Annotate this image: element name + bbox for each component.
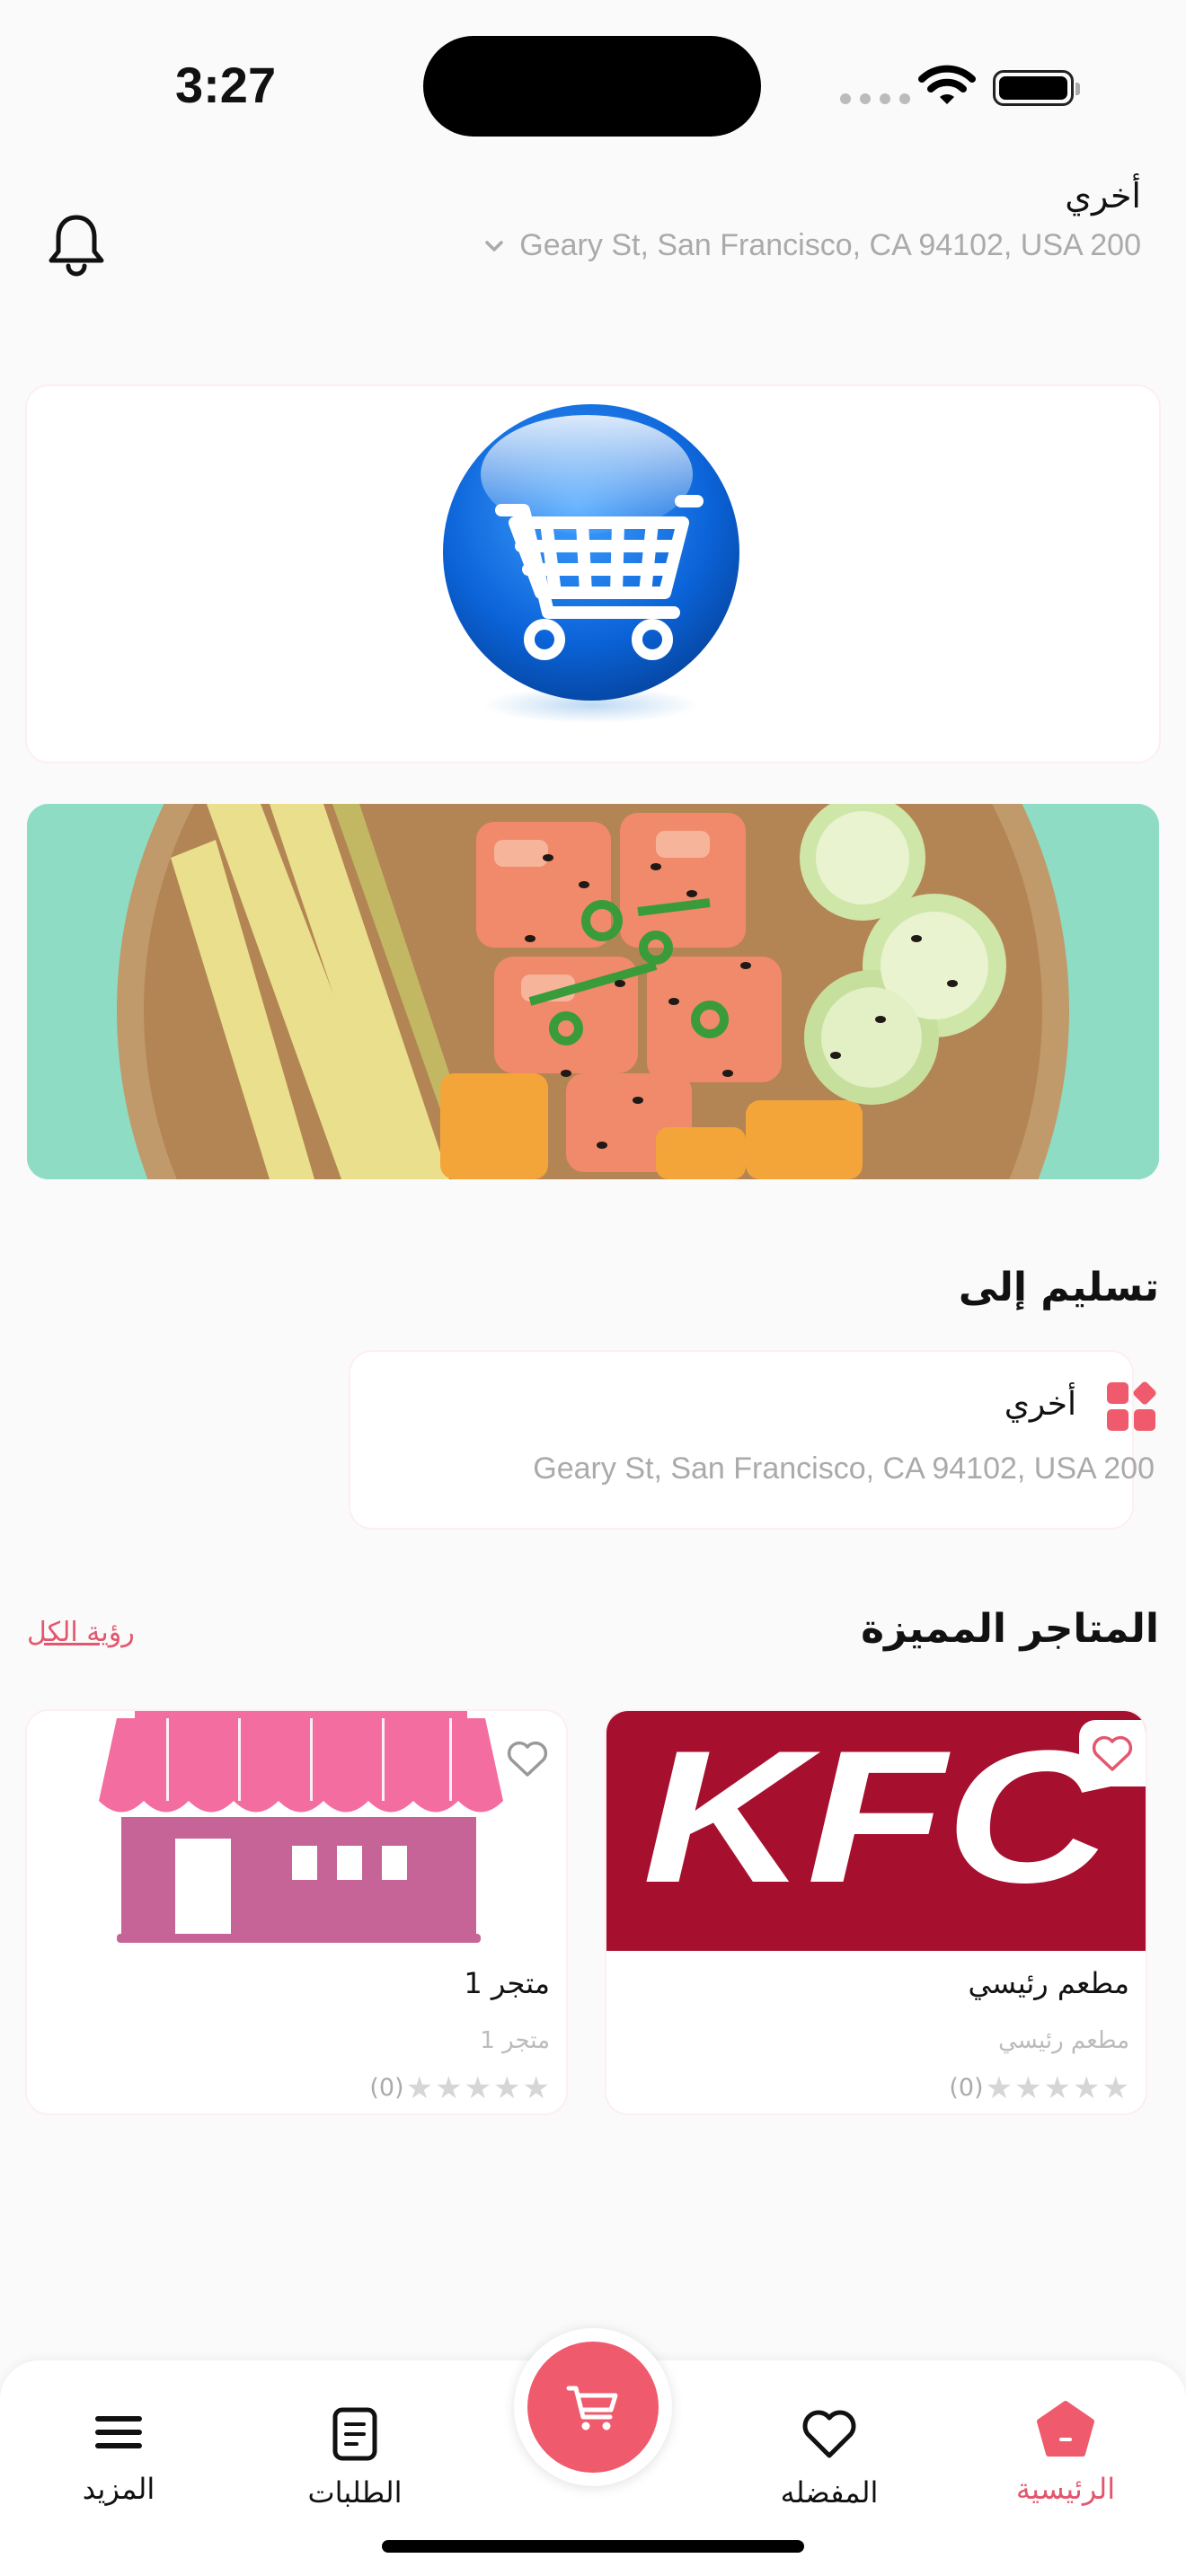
dynamic-island <box>423 36 761 137</box>
rating-count: (0) <box>949 2074 984 2102</box>
wifi-icon <box>918 65 976 104</box>
deliver-to-title: تسليم إلى <box>958 1265 1159 1310</box>
heart-icon <box>802 2410 856 2458</box>
category-grid-icon <box>1107 1381 1156 1431</box>
poke-bowl-image <box>27 804 1159 1179</box>
home-indicator <box>382 2540 804 2553</box>
star-icon: ★ <box>435 2069 463 2106</box>
favorite-button[interactable] <box>494 1725 561 1792</box>
nav-item-home[interactable]: الرئيسية <box>976 2400 1155 2506</box>
see-all-link[interactable]: رؤية الكل <box>27 1617 135 1648</box>
header-address-selector[interactable]: Geary St, San Francisco, CA 94102, USA 2… <box>482 228 1141 263</box>
store-subtitle: مطعم رئيسي <box>998 2027 1129 2054</box>
store-card[interactable]: متجر 1 متجر 1 (0) ★ ★ ★ ★ ★ <box>27 1711 566 2113</box>
nav-item-more[interactable]: المزيد <box>29 2407 208 2506</box>
rating-count: (0) <box>369 2074 404 2102</box>
kfc-logo: KFC <box>606 1711 1146 1951</box>
star-icon: ★ <box>1014 2069 1042 2106</box>
heart-icon <box>507 1741 548 1777</box>
star-icon: ★ <box>493 2069 521 2106</box>
nav-item-favorites[interactable]: المفضله <box>739 2407 919 2510</box>
home-icon <box>1037 2401 1094 2457</box>
orders-icon <box>332 2407 377 2461</box>
favorite-button[interactable] <box>1079 1720 1146 1786</box>
star-icon: ★ <box>464 2069 492 2106</box>
store-card[interactable]: KFC مطعم رئيسي مطعم رئيسي (0) ★ ★ ★ ★ ★ <box>606 1711 1146 2113</box>
featured-stores-title: المتاجر المميزة <box>861 1606 1159 1652</box>
header-address: Geary St, San Francisco, CA 94102, USA 2… <box>519 228 1141 262</box>
nav-label: المزيد <box>82 2472 155 2506</box>
delivery-address-card[interactable] <box>350 1352 1132 1528</box>
star-icon: ★ <box>985 2069 1013 2106</box>
rating: (0) ★ ★ ★ ★ ★ <box>369 2069 550 2106</box>
rating: (0) ★ ★ ★ ★ ★ <box>949 2069 1129 2106</box>
store-name: متجر 1 <box>464 1966 550 2000</box>
bell-icon[interactable] <box>47 212 106 277</box>
promo-banner-food[interactable] <box>27 804 1159 1179</box>
battery-icon <box>993 70 1080 106</box>
status-time: 3:27 <box>175 57 277 113</box>
promo-banner-cart[interactable] <box>27 386 1159 762</box>
header-location-label[interactable]: أخري <box>1065 176 1141 216</box>
chevron-down-icon <box>485 240 504 251</box>
star-icon: ★ <box>1073 2069 1101 2106</box>
signal-icon <box>840 93 910 104</box>
nav-item-orders[interactable]: الطلبات <box>265 2407 445 2510</box>
storefront-image <box>27 1711 566 1951</box>
store-name: مطعم رئيسي <box>968 1966 1129 2000</box>
cart-button[interactable] <box>527 2342 659 2473</box>
delivery-location-label: أخري <box>1004 1386 1076 1423</box>
star-icon: ★ <box>1043 2069 1072 2106</box>
star-icon: ★ <box>1102 2069 1129 2106</box>
nav-label: الرئيسية <box>1015 2472 1116 2506</box>
star-icon: ★ <box>522 2069 550 2106</box>
cart-icon <box>566 2386 618 2430</box>
shopping-cart-logo <box>443 404 739 723</box>
menu-icon <box>95 2416 142 2448</box>
nav-label: المفضله <box>780 2475 879 2510</box>
heart-icon <box>1092 1735 1133 1771</box>
svg-text:KFC: KFC <box>642 1711 1113 1922</box>
store-subtitle: متجر 1 <box>480 2027 550 2054</box>
delivery-address: Geary St, San Francisco, CA 94102, USA 2… <box>533 1451 1155 1486</box>
star-icon: ★ <box>405 2069 434 2106</box>
nav-label: الطلبات <box>307 2475 403 2510</box>
